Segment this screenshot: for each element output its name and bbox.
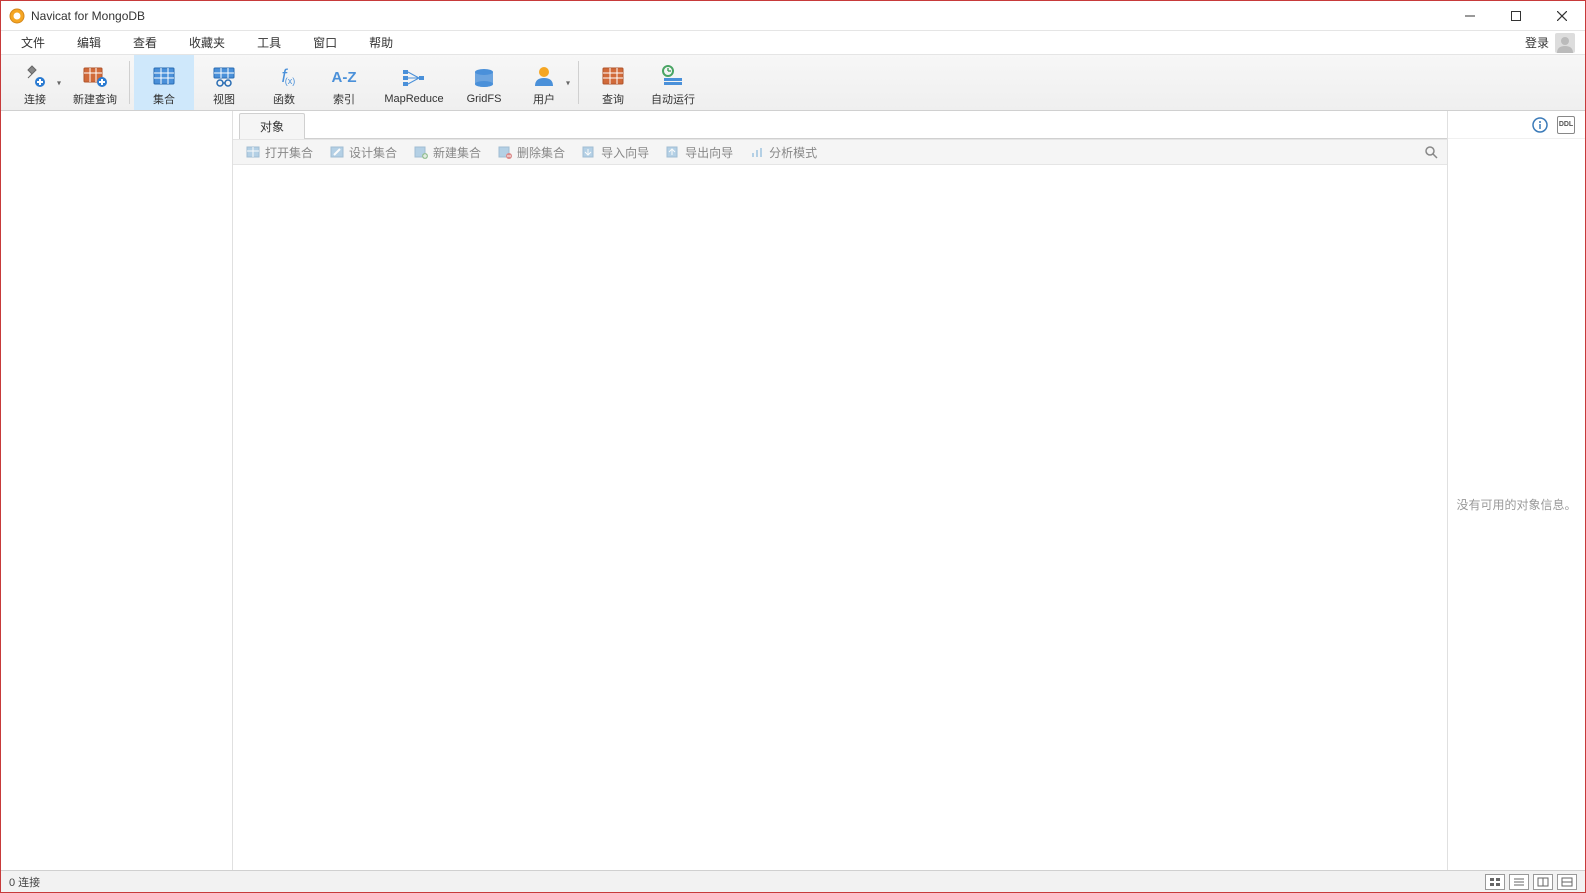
close-button[interactable] <box>1539 1 1585 31</box>
query-icon <box>600 63 626 89</box>
minimize-button[interactable] <box>1447 1 1493 31</box>
menu-window[interactable]: 窗口 <box>297 31 353 54</box>
toolbar-function[interactable]: f(x) 函数 <box>254 55 314 110</box>
status-connections: 0 连接 <box>9 874 40 890</box>
new-collection-button[interactable]: 新建集合 <box>407 142 487 163</box>
window-title: Navicat for MongoDB <box>31 9 145 23</box>
workarea: 对象 打开集合 设计集合 新建集合 删除集合 导入向导 导出向导 分析模式 DD… <box>1 111 1585 870</box>
login-button[interactable]: 登录 <box>1525 34 1549 51</box>
chart-icon <box>749 144 765 160</box>
titlebar: Navicat for MongoDB <box>1 1 1585 31</box>
ddl-icon[interactable]: DDL <box>1557 116 1575 134</box>
toolbar-connect[interactable]: 连接 ▾ <box>5 55 65 110</box>
main-toolbar: 连接 ▾ 新建查询 集合 视图 f(x) 函数 A-Z 索引 MapReduce… <box>1 55 1585 111</box>
object-toolbar: 打开集合 设计集合 新建集合 删除集合 导入向导 导出向导 分析模式 <box>233 139 1447 165</box>
maximize-button[interactable] <box>1493 1 1539 31</box>
user-icon <box>531 63 557 89</box>
info-empty-message: 没有可用的对象信息。 <box>1448 139 1585 870</box>
menu-favorites[interactable]: 收藏夹 <box>173 31 241 54</box>
table-icon <box>245 144 261 160</box>
function-icon: f(x) <box>271 63 297 89</box>
statusbar: 0 连接 <box>1 870 1585 892</box>
chevron-down-icon: ▾ <box>566 78 570 87</box>
new-query-icon <box>82 63 108 89</box>
toolbar-separator <box>129 61 130 104</box>
toolbar-index[interactable]: A-Z 索引 <box>314 55 374 110</box>
menu-tools[interactable]: 工具 <box>241 31 297 54</box>
connection-tree[interactable] <box>1 111 233 870</box>
toolbar-autorun[interactable]: 自动运行 <box>643 55 703 110</box>
design-collection-button[interactable]: 设计集合 <box>323 142 403 163</box>
autorun-icon <box>660 63 686 89</box>
menu-edit[interactable]: 编辑 <box>61 31 117 54</box>
open-collection-button[interactable]: 打开集合 <box>239 142 319 163</box>
import-wizard-button[interactable]: 导入向导 <box>575 142 655 163</box>
menu-file[interactable]: 文件 <box>5 31 61 54</box>
tab-object[interactable]: 对象 <box>239 113 305 139</box>
menu-view[interactable]: 查看 <box>117 31 173 54</box>
view-grid-button[interactable] <box>1485 874 1505 890</box>
object-list[interactable] <box>233 165 1447 870</box>
view-split-button[interactable] <box>1557 874 1577 890</box>
gridfs-icon <box>471 65 497 91</box>
export-icon <box>665 144 681 160</box>
info-panel: DDL 没有可用的对象信息。 <box>1447 111 1585 870</box>
import-icon <box>581 144 597 160</box>
avatar-icon[interactable] <box>1555 33 1575 53</box>
search-button[interactable] <box>1421 142 1441 162</box>
window-controls <box>1447 1 1585 31</box>
toolbar-separator <box>578 61 579 104</box>
view-detail-button[interactable] <box>1533 874 1553 890</box>
info-icon[interactable] <box>1531 116 1549 134</box>
toolbar-query[interactable]: 查询 <box>583 55 643 110</box>
view-icon <box>211 63 237 89</box>
new-icon <box>413 144 429 160</box>
center-panel: 对象 打开集合 设计集合 新建集合 删除集合 导入向导 导出向导 分析模式 <box>233 111 1447 870</box>
plug-icon <box>22 63 48 89</box>
delete-collection-button[interactable]: 删除集合 <box>491 142 571 163</box>
svg-text:A-Z: A-Z <box>332 69 357 86</box>
app-icon <box>9 8 25 24</box>
menubar: 文件 编辑 查看 收藏夹 工具 窗口 帮助 登录 <box>1 31 1585 55</box>
toolbar-view[interactable]: 视图 <box>194 55 254 110</box>
chevron-down-icon: ▾ <box>57 78 61 87</box>
index-icon: A-Z <box>331 63 357 89</box>
toolbar-collection[interactable]: 集合 <box>134 55 194 110</box>
toolbar-gridfs[interactable]: GridFS <box>454 55 514 110</box>
collection-icon <box>151 63 177 89</box>
menu-help[interactable]: 帮助 <box>353 31 409 54</box>
toolbar-user[interactable]: 用户 ▾ <box>514 55 574 110</box>
mapreduce-icon <box>401 65 427 91</box>
toolbar-new-query[interactable]: 新建查询 <box>65 55 125 110</box>
view-list-button[interactable] <box>1509 874 1529 890</box>
delete-icon <box>497 144 513 160</box>
tabbar: 对象 <box>233 111 1447 139</box>
design-icon <box>329 144 345 160</box>
svg-text:(x): (x) <box>285 76 296 86</box>
export-wizard-button[interactable]: 导出向导 <box>659 142 739 163</box>
analyze-mode-button[interactable]: 分析模式 <box>743 142 823 163</box>
toolbar-mapreduce[interactable]: MapReduce <box>374 55 454 110</box>
